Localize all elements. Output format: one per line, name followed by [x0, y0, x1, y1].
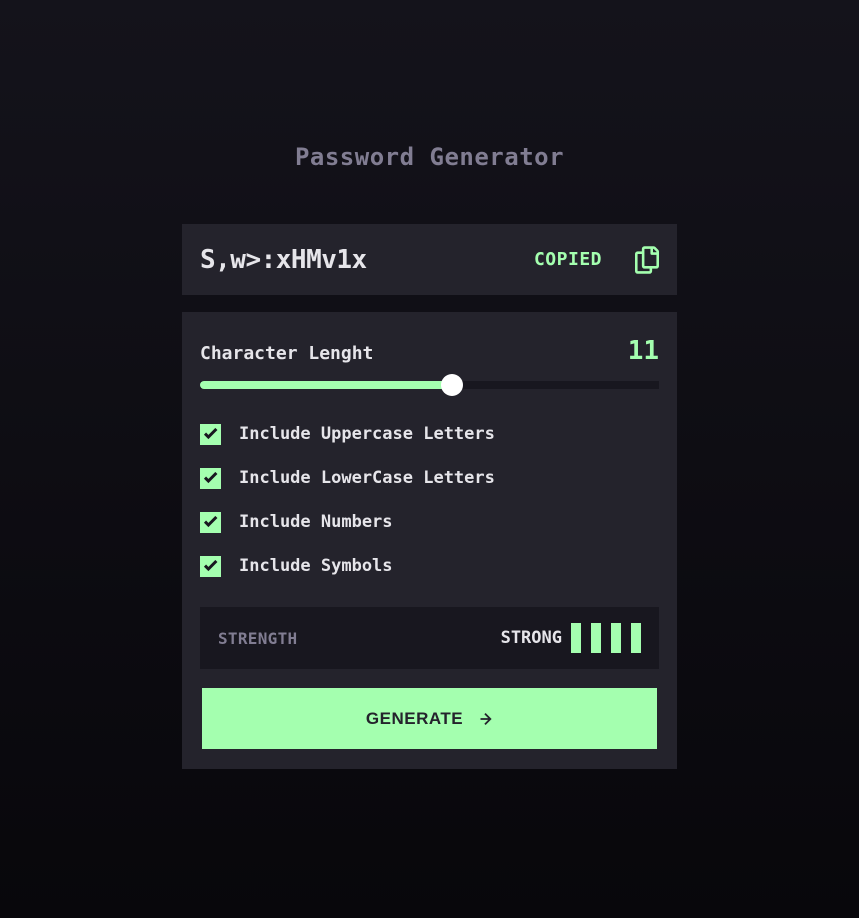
length-row: Character Lenght 11 — [200, 336, 659, 366]
option-label: Include LowerCase Letters — [239, 468, 495, 488]
strength-label: STRENGTH — [218, 628, 298, 648]
slider-thumb[interactable] — [440, 374, 463, 396]
options-list: Include Uppercase Letters Include LowerC… — [200, 422, 495, 598]
checkmark-icon — [203, 516, 217, 528]
symbols-checkbox[interactable] — [200, 555, 221, 577]
length-value: 11 — [627, 336, 659, 366]
checkmark-icon — [203, 428, 217, 440]
strength-meter: STRENGTH STRONG — [200, 607, 659, 669]
option-uppercase[interactable]: Include Uppercase Letters — [200, 422, 495, 446]
option-label: Include Symbols — [239, 556, 393, 576]
generate-label: GENERATE — [365, 708, 464, 728]
strength-bars — [571, 623, 641, 653]
generate-button[interactable]: GENERATE — [202, 688, 657, 749]
password-text: S,w>:xHMv1x — [200, 244, 367, 275]
lowercase-checkbox[interactable] — [200, 467, 221, 489]
arrow-right-icon — [480, 712, 492, 725]
strength-indicator: STRONG — [501, 623, 641, 653]
checkmark-icon — [203, 560, 217, 572]
page-title: Password Generator — [294, 143, 565, 171]
copy-icon[interactable] — [635, 245, 659, 274]
option-lowercase[interactable]: Include LowerCase Letters — [200, 466, 495, 490]
option-numbers[interactable]: Include Numbers — [200, 510, 495, 534]
strength-value: STRONG — [500, 628, 562, 648]
length-slider[interactable] — [200, 374, 659, 396]
strength-bar — [591, 623, 601, 653]
strength-bar — [631, 623, 641, 653]
strength-bar — [571, 623, 581, 653]
checkmark-icon — [203, 472, 217, 484]
copy-area: COPIED — [533, 245, 659, 274]
option-symbols[interactable]: Include Symbols — [200, 554, 495, 578]
length-label: Character Lenght — [200, 343, 374, 364]
numbers-checkbox[interactable] — [200, 511, 221, 533]
password-display: S,w>:xHMv1x COPIED — [182, 224, 677, 295]
option-label: Include Uppercase Letters — [239, 424, 495, 444]
slider-fill — [200, 381, 452, 389]
settings-panel: Character Lenght 11 Include Uppercase Le… — [182, 312, 677, 769]
uppercase-checkbox[interactable] — [200, 423, 221, 445]
copied-label: COPIED — [533, 249, 602, 270]
strength-bar — [611, 623, 621, 653]
option-label: Include Numbers — [239, 512, 393, 532]
